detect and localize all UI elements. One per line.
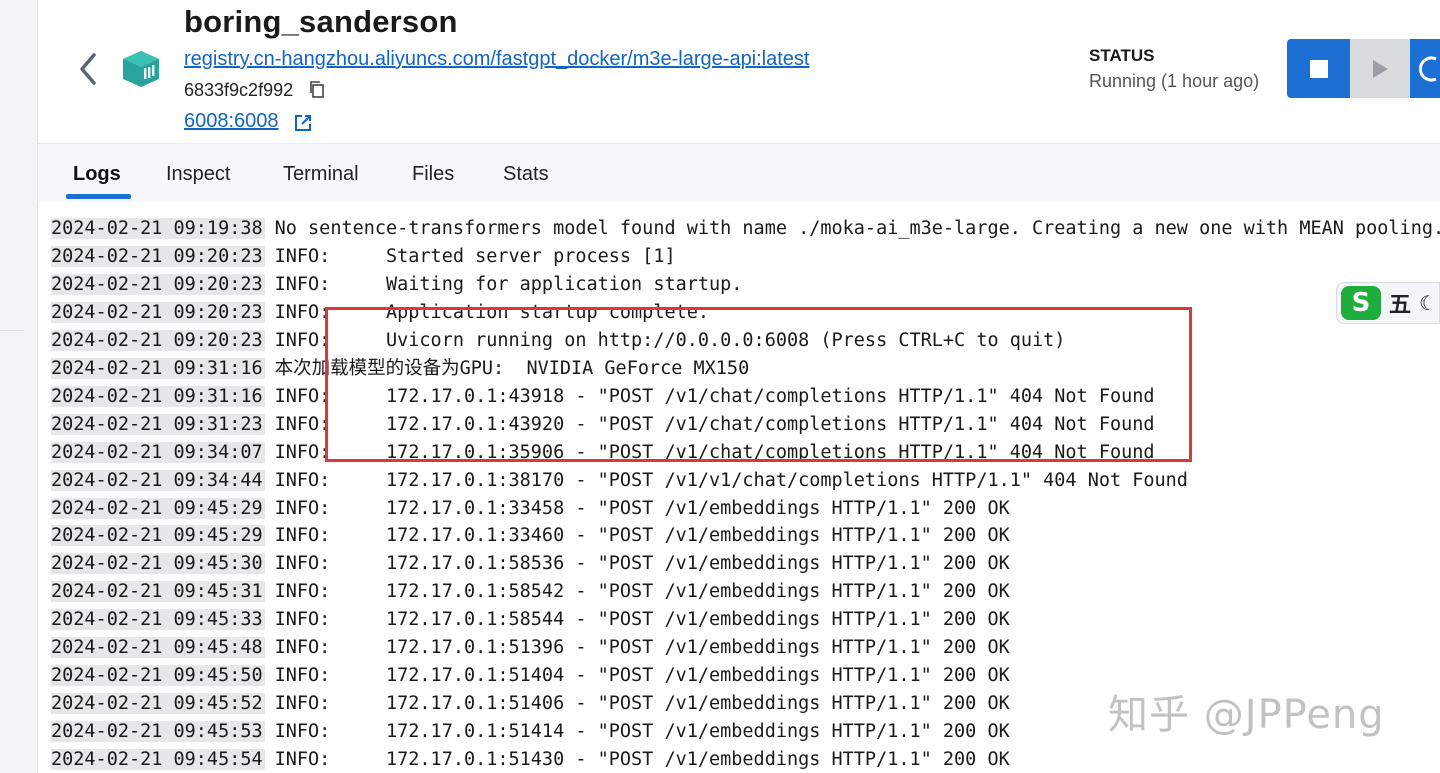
log-line: 2024-02-21 09:20:23 INFO: Application sta…	[51, 300, 709, 326]
log-line: 2024-02-21 09:20:23 INFO: Started server …	[51, 244, 676, 270]
log-message: INFO: 172.17.0.1:58536 - "POST /v1/embed…	[274, 553, 1010, 575]
log-timestamp: 2024-02-21 09:20:23	[51, 329, 265, 351]
back-button[interactable]	[72, 50, 104, 88]
log-message: INFO: 172.17.0.1:33460 - "POST /v1/embed…	[274, 525, 1010, 547]
log-timestamp: 2024-02-21 09:45:29	[51, 525, 265, 547]
log-timestamp: 2024-02-21 09:31:16	[51, 385, 265, 407]
external-link-icon[interactable]	[293, 113, 313, 133]
log-timestamp: 2024-02-21 09:45:48	[51, 637, 265, 659]
log-message: INFO: 172.17.0.1:51406 - "POST /v1/embed…	[274, 693, 1010, 715]
log-message: INFO: Started server process [1]	[274, 245, 676, 267]
status-label: STATUS	[1089, 46, 1155, 65]
log-timestamp: 2024-02-21 09:31:16	[51, 357, 265, 379]
log-line: 2024-02-21 09:45:48 INFO: 172.17.0.1:5139…	[51, 635, 1010, 661]
log-line: 2024-02-21 09:45:31 INFO: 172.17.0.1:5854…	[51, 579, 1010, 605]
log-line: 2024-02-21 09:45:29 INFO: 172.17.0.1:3345…	[51, 496, 1010, 522]
log-timestamp: 2024-02-21 09:45:29	[51, 497, 265, 519]
log-message: INFO: 172.17.0.1:58544 - "POST /v1/embed…	[274, 609, 1010, 631]
log-line: 2024-02-21 09:20:23 INFO: Waiting for app…	[51, 272, 742, 298]
log-message: INFO: Uvicorn running on http://0.0.0.0:…	[274, 329, 1066, 351]
log-message: INFO: 172.17.0.1:43920 - "POST /v1/chat/…	[274, 413, 1155, 435]
sidebar-divider	[0, 330, 24, 331]
tab-stats[interactable]: Stats	[503, 144, 549, 202]
container-name: boring_sanderson	[184, 4, 458, 39]
log-line: 2024-02-21 09:19:38 No sentence-transform…	[51, 216, 1440, 242]
stop-button[interactable]	[1287, 39, 1350, 98]
tab-terminal[interactable]: Terminal	[283, 144, 359, 202]
log-timestamp: 2024-02-21 09:20:23	[51, 273, 265, 295]
log-message: INFO: 172.17.0.1:51396 - "POST /v1/embed…	[274, 637, 1010, 659]
image-link[interactable]: registry.cn-hangzhou.aliyuncs.com/fastgp…	[184, 46, 810, 72]
log-timestamp: 2024-02-21 09:45:50	[51, 665, 265, 687]
log-timestamp: 2024-02-21 09:34:44	[51, 469, 265, 491]
log-timestamp: 2024-02-21 09:20:23	[51, 245, 265, 267]
log-line: 2024-02-21 09:45:29 INFO: 172.17.0.1:3346…	[51, 523, 1010, 549]
watermark: 知乎 @JPPeng	[1108, 692, 1385, 738]
log-message: INFO: 172.17.0.1:38170 - "POST /v1/v1/ch…	[274, 469, 1188, 491]
log-line: 2024-02-21 09:20:23 INFO: Uvicorn running…	[51, 328, 1065, 354]
log-timestamp: 2024-02-21 09:31:23	[51, 413, 265, 435]
chevron-left-icon	[80, 53, 96, 85]
log-timestamp: 2024-02-21 09:20:23	[51, 301, 265, 323]
ime-toolbar[interactable]: S 五 ☾	[1336, 282, 1440, 324]
log-message: INFO: 172.17.0.1:51414 - "POST /v1/embed…	[274, 721, 1010, 743]
log-message: INFO: 172.17.0.1:35906 - "POST /v1/chat/…	[274, 441, 1155, 463]
log-timestamp: 2024-02-21 09:19:38	[51, 218, 265, 239]
log-line: 2024-02-21 09:45:53 INFO: 172.17.0.1:5141…	[51, 719, 1010, 745]
log-message: INFO: 172.17.0.1:33458 - "POST /v1/embed…	[274, 497, 1010, 519]
log-message: INFO: 172.17.0.1:58542 - "POST /v1/embed…	[274, 581, 1010, 603]
log-message: 本次加载模型的设备为GPU: NVIDIA GeForce MX150	[274, 357, 750, 379]
log-line: 2024-02-21 09:31:16 本次加载模型的设备为GPU: NVIDIA…	[51, 356, 749, 382]
log-line: 2024-02-21 09:45:50 INFO: 172.17.0.1:5140…	[51, 663, 1010, 689]
log-timestamp: 2024-02-21 09:45:52	[51, 693, 265, 715]
ime-mode-label: 五	[1389, 293, 1412, 318]
log-timestamp: 2024-02-21 09:34:07	[51, 441, 265, 463]
log-line: 2024-02-21 09:31:16 INFO: 172.17.0.1:4391…	[51, 384, 1155, 410]
log-line: 2024-02-21 09:34:07 INFO: 172.17.0.1:3590…	[51, 440, 1155, 466]
active-tab-indicator	[66, 194, 131, 199]
port-link[interactable]: 6008:6008	[184, 108, 279, 134]
log-line: 2024-02-21 09:45:33 INFO: 172.17.0.1:5854…	[51, 607, 1010, 633]
log-timestamp: 2024-02-21 09:45:31	[51, 581, 265, 603]
tab-files[interactable]: Files	[412, 144, 454, 202]
log-message: INFO: 172.17.0.1:43918 - "POST /v1/chat/…	[274, 385, 1155, 407]
log-line: 2024-02-21 09:45:54 INFO: 172.17.0.1:5143…	[51, 747, 1010, 773]
tab-bar: Logs Inspect Terminal Files Stats	[38, 143, 1440, 203]
ime-logo-icon: S	[1341, 286, 1381, 320]
log-message: INFO: 172.17.0.1:51430 - "POST /v1/embed…	[274, 749, 1010, 771]
log-message: INFO: Application startup complete.	[274, 301, 710, 323]
log-timestamp: 2024-02-21 09:45:54	[51, 749, 265, 771]
tab-inspect[interactable]: Inspect	[166, 144, 230, 202]
log-line: 2024-02-21 09:34:44 INFO: 172.17.0.1:3817…	[51, 468, 1188, 494]
log-line: 2024-02-21 09:45:52 INFO: 172.17.0.1:5140…	[51, 691, 1010, 717]
status-value: Running (1 hour ago)	[1089, 71, 1260, 91]
moon-icon: ☾	[1419, 292, 1437, 315]
restart-icon	[1418, 56, 1437, 82]
copy-icon[interactable]	[308, 80, 326, 100]
log-timestamp: 2024-02-21 09:45:33	[51, 609, 265, 631]
start-button[interactable]	[1350, 39, 1410, 98]
log-line: 2024-02-21 09:31:23 INFO: 172.17.0.1:4392…	[51, 412, 1155, 438]
log-message: INFO: Waiting for application startup.	[274, 273, 743, 295]
stop-icon	[1309, 59, 1328, 78]
log-message: INFO: 172.17.0.1:51404 - "POST /v1/embed…	[274, 665, 1010, 687]
log-timestamp: 2024-02-21 09:45:53	[51, 721, 265, 743]
play-icon	[1373, 59, 1388, 78]
log-line: 2024-02-21 09:45:30 INFO: 172.17.0.1:5853…	[51, 551, 1010, 577]
container-id: 6833f9c2f992	[184, 80, 294, 100]
log-message: No sentence-transformers model found wit…	[274, 218, 1440, 239]
restart-button[interactable]	[1410, 39, 1440, 98]
container-icon	[123, 51, 159, 87]
log-timestamp: 2024-02-21 09:45:30	[51, 553, 265, 575]
left-sidebar-strip	[0, 0, 38, 773]
